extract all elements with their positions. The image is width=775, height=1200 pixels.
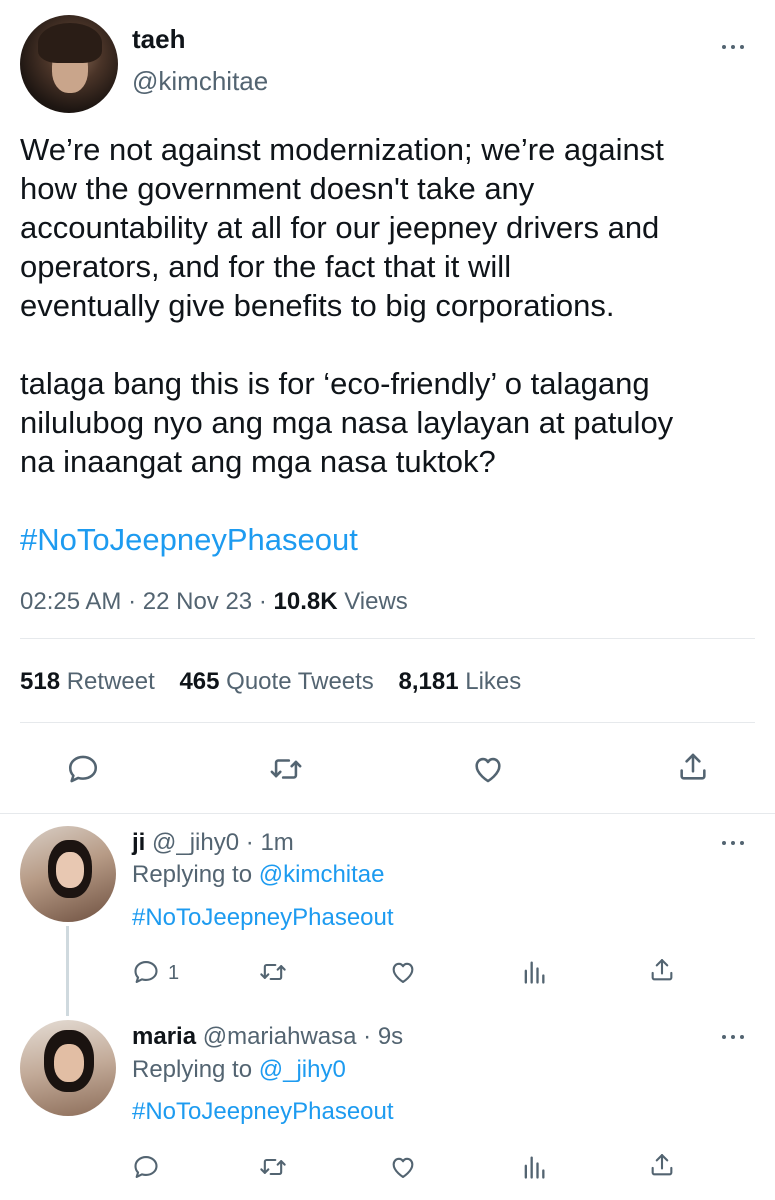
tweet-line: nilulubog nyo ang mga nasa laylayan at p… xyxy=(20,405,674,440)
analytics-icon[interactable] xyxy=(520,958,548,986)
replying-to: Replying to @kimchitae xyxy=(132,860,384,890)
views-count: 10.8K xyxy=(273,588,338,615)
tweet-meta: 02:25 AM · 22 Nov 23 · 10.8K Views xyxy=(20,587,408,617)
retweets-label: Retweet xyxy=(66,668,155,695)
replying-label: Replying to xyxy=(132,1056,253,1083)
likes-count: 8,181 xyxy=(398,668,459,695)
thread-line xyxy=(66,926,69,1016)
author-name[interactable]: taeh xyxy=(132,24,185,54)
avatar-face xyxy=(56,852,84,888)
reply-count: 1 xyxy=(168,962,180,984)
tweet-date[interactable]: 22 Nov 23 xyxy=(143,588,252,615)
author-avatar[interactable] xyxy=(20,15,118,113)
tweet-line: talaga bang this is for ‘eco-friendly’ o… xyxy=(20,366,650,401)
tweet-line: eventually give benefits to big corporat… xyxy=(20,288,615,323)
avatar-hair xyxy=(38,23,102,63)
reply-avatar[interactable] xyxy=(20,826,116,922)
views-label: Views xyxy=(344,588,408,615)
replying-label: Replying to xyxy=(132,861,253,888)
avatar-face xyxy=(54,1044,84,1082)
retweets-count: 518 xyxy=(20,668,61,695)
reply-time[interactable]: 1m xyxy=(260,829,293,856)
reply-hashtag[interactable]: #NoToJeepneyPhaseout xyxy=(132,1097,394,1127)
replying-to: Replying to @_jihy0 xyxy=(132,1055,346,1085)
meta-separator: · xyxy=(363,1023,372,1050)
tweet-time[interactable]: 02:25 AM xyxy=(20,588,121,615)
divider xyxy=(20,638,755,639)
replying-to-handle[interactable]: @_jihy0 xyxy=(259,1056,346,1083)
tweet-stats: 518 Retweet 465 Quote Tweets 8,181 Likes xyxy=(20,667,521,697)
quotes-label: Quote Tweets xyxy=(226,668,374,695)
reply-header: maria @mariahwasa · 9s xyxy=(132,1022,403,1052)
share-icon[interactable] xyxy=(676,750,710,784)
tweet-line: accountability at all for our jeepney dr… xyxy=(20,210,660,245)
like-icon[interactable] xyxy=(388,1153,418,1181)
tweet-text: We’re not against modernization; we’re a… xyxy=(20,130,770,559)
quotes-count: 465 xyxy=(179,668,220,695)
retweets-stat[interactable]: 518 Retweet xyxy=(20,668,155,695)
retweet-icon[interactable] xyxy=(258,1153,288,1181)
reply-author-handle[interactable]: @mariahwasa xyxy=(203,1023,357,1050)
tweet-line: We’re not against modernization; we’re a… xyxy=(20,132,664,167)
share-icon[interactable] xyxy=(648,956,676,984)
reply-author-name[interactable]: maria xyxy=(132,1023,196,1050)
quotes-stat[interactable]: 465 Quote Tweets xyxy=(179,668,373,695)
reply-icon[interactable] xyxy=(66,752,100,786)
likes-label: Likes xyxy=(465,668,522,695)
retweet-icon[interactable] xyxy=(258,958,288,986)
more-options-icon[interactable] xyxy=(722,838,752,848)
replying-to-handle[interactable]: @kimchitae xyxy=(259,861,385,888)
reply-time[interactable]: 9s xyxy=(378,1023,403,1050)
divider xyxy=(20,722,755,723)
likes-stat[interactable]: 8,181 Likes xyxy=(398,668,521,695)
like-icon[interactable] xyxy=(388,958,418,986)
tweet-line: na inaangat ang mga nasa tuktok? xyxy=(20,444,496,479)
tweet-line: operators, and for the fact that it will xyxy=(20,249,512,284)
hashtag-link[interactable]: #NoToJeepneyPhaseout xyxy=(20,520,770,559)
reply-author-handle[interactable]: @_jihy0 xyxy=(152,829,239,856)
share-icon[interactable] xyxy=(648,1151,676,1179)
reply-icon[interactable] xyxy=(132,1153,160,1181)
analytics-icon[interactable] xyxy=(520,1153,548,1181)
reply-icon[interactable] xyxy=(132,958,160,986)
meta-separator: · xyxy=(258,588,267,615)
more-options-icon[interactable] xyxy=(722,1032,752,1042)
meta-separator: · xyxy=(245,829,254,856)
reply-avatar[interactable] xyxy=(20,1020,116,1116)
meta-separator: · xyxy=(128,588,137,615)
author-handle[interactable]: @kimchitae xyxy=(132,66,268,96)
like-icon[interactable] xyxy=(470,752,506,786)
reply-hashtag[interactable]: #NoToJeepneyPhaseout xyxy=(132,903,394,933)
tweet-line: how the government doesn't take any xyxy=(20,171,535,206)
reply-author-name[interactable]: ji xyxy=(132,829,145,856)
retweet-icon[interactable] xyxy=(268,752,304,786)
section-divider xyxy=(0,813,775,814)
reply-header: ji @_jihy0 · 1m xyxy=(132,828,294,858)
more-options-icon[interactable] xyxy=(722,42,752,52)
